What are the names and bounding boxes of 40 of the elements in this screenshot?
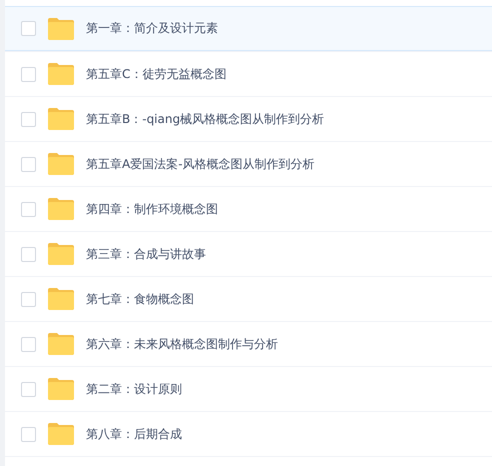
checkbox[interactable]: [21, 112, 36, 126]
folder-row[interactable]: 第五章C：徒劳无益概念图: [5, 51, 492, 96]
folder-icon: [48, 378, 74, 400]
checkbox[interactable]: [21, 426, 36, 442]
folder-icon: [48, 423, 74, 445]
folder-row[interactable]: 第六章：未来风格概念图制作与分析: [5, 321, 492, 366]
checkbox[interactable]: [21, 336, 36, 352]
checkbox[interactable]: [21, 21, 36, 36]
folder-row[interactable]: 第五章A爱国法案-风格概念图从制作到分析: [5, 141, 492, 186]
checkbox[interactable]: [21, 382, 36, 396]
folder-icon: [48, 288, 74, 310]
checkbox[interactable]: [21, 66, 36, 82]
folder-icon: [48, 243, 74, 265]
folder-row[interactable]: 第八章：后期合成: [5, 411, 492, 457]
folder-icon: [48, 108, 74, 130]
folder-icon: [48, 198, 74, 220]
checkbox[interactable]: [21, 202, 36, 216]
folder-row[interactable]: 第四章：制作环境概念图: [5, 186, 492, 231]
folder-name[interactable]: 第五章C：徒劳无益概念图: [86, 66, 226, 82]
folder-icon: [48, 153, 74, 175]
folder-icon: [48, 333, 74, 355]
checkbox[interactable]: [21, 292, 36, 306]
folder-name[interactable]: 第八章：后期合成: [86, 426, 182, 442]
folder-row[interactable]: 第七章：食物概念图: [5, 276, 492, 321]
folder-row[interactable]: 第五章B：-qiang械风格概念图从制作到分析: [5, 96, 492, 141]
folder-row[interactable]: 第二章：设计原则: [5, 366, 492, 411]
folder-name[interactable]: 第七章：食物概念图: [86, 290, 194, 308]
folder-name[interactable]: 第五章B：-qiang械风格概念图从制作到分析: [86, 110, 324, 128]
folder-name[interactable]: 第四章：制作环境概念图: [86, 200, 218, 218]
folder-name[interactable]: 第三章：合成与讲故事: [86, 246, 206, 262]
folder-name[interactable]: 第一章：简介及设计元素: [86, 20, 218, 37]
folder-row[interactable]: 第三章：合成与讲故事: [5, 231, 492, 276]
folder-icon: [48, 18, 74, 40]
folder-name[interactable]: 第二章：设计原则: [86, 380, 182, 398]
checkbox[interactable]: [21, 156, 36, 172]
folder-icon: [48, 63, 74, 85]
checkbox[interactable]: [21, 246, 36, 262]
folder-name[interactable]: 第五章A爱国法案-风格概念图从制作到分析: [86, 156, 315, 172]
folder-row[interactable]: 第一章：简介及设计元素: [5, 6, 492, 51]
folder-name[interactable]: 第六章：未来风格概念图制作与分析: [86, 336, 278, 352]
